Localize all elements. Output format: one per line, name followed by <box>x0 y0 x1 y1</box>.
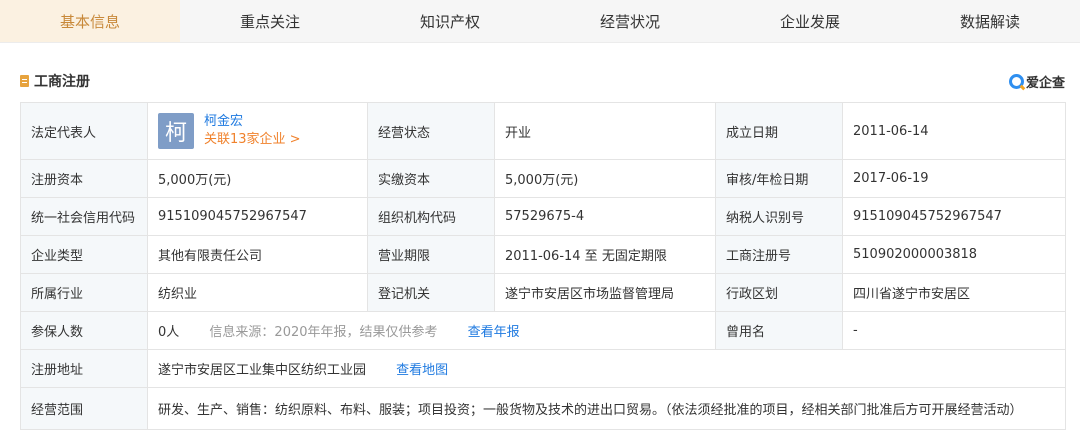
reg-no-value: 510902000003818 <box>842 235 1066 274</box>
table-row: 参保人数 0人 信息来源：2020年年报，结果仅供参考 查看年报 曾用名 - <box>20 311 1066 350</box>
brand-logo[interactable]: 爱企查 <box>1008 72 1065 91</box>
tab-operation-status[interactable]: 经营状况 <box>540 0 720 42</box>
insured-cell: 0人 信息来源：2020年年报，结果仅供参考 查看年报 <box>147 311 716 350</box>
taxpayer-id-value: 915109045752967547 <box>842 197 1066 236</box>
region-label: 行政区划 <box>715 273 843 312</box>
op-status-value: 开业 <box>494 102 716 160</box>
biz-term-label: 营业期限 <box>367 235 495 274</box>
est-date-label: 成立日期 <box>715 102 843 160</box>
registration-table: 法定代表人 柯 柯金宏 关联13家企业 > 经营状态 开业 成立日期 2011-… <box>20 102 1066 430</box>
related-companies-link[interactable]: 关联13家企业 > <box>204 131 301 149</box>
view-map-link[interactable]: 查看地图 <box>396 363 448 378</box>
tab-data-interpretation[interactable]: 数据解读 <box>900 0 1080 42</box>
section-title-text: 工商注册 <box>34 74 90 90</box>
company-type-label: 企业类型 <box>20 235 148 274</box>
former-name-label: 曾用名 <box>715 311 843 350</box>
industry-value: 纺织业 <box>147 273 368 312</box>
credit-code-label: 统一社会信用代码 <box>20 197 148 236</box>
address-cell: 遂宁市安居区工业集中区纺织工业园 查看地图 <box>147 349 1066 388</box>
reg-capital-value: 5,000万(元) <box>147 159 368 198</box>
paid-capital-label: 实缴资本 <box>367 159 495 198</box>
avatar[interactable]: 柯 <box>158 113 194 149</box>
table-row: 所属行业 纺织业 登记机关 遂宁市安居区市场监督管理局 行政区划 四川省遂宁市安… <box>20 273 1066 312</box>
biz-term-value: 2011-06-14 至 无固定期限 <box>494 235 716 274</box>
scope-value: 研发、生产、销售：纺织原料、布料、服装；项目投资；一般货物及技术的进出口贸易。（… <box>147 387 1066 430</box>
tab-development[interactable]: 企业发展 <box>720 0 900 42</box>
company-type-value: 其他有限责任公司 <box>147 235 368 274</box>
audit-date-label: 审核/年检日期 <box>715 159 843 198</box>
table-row: 法定代表人 柯 柯金宏 关联13家企业 > 经营状态 开业 成立日期 2011-… <box>20 102 1066 160</box>
section-title: 工商注册 <box>20 71 90 91</box>
org-code-label: 组织机构代码 <box>367 197 495 236</box>
reg-capital-label: 注册资本 <box>20 159 148 198</box>
tab-key-focus[interactable]: 重点关注 <box>180 0 360 42</box>
table-row: 注册资本 5,000万(元) 实缴资本 5,000万(元) 审核/年检日期 20… <box>20 159 1066 198</box>
table-row: 企业类型 其他有限责任公司 营业期限 2011-06-14 至 无固定期限 工商… <box>20 235 1066 274</box>
table-row: 统一社会信用代码 915109045752967547 组织机构代码 57529… <box>20 197 1066 236</box>
scope-label: 经营范围 <box>20 387 148 430</box>
tab-intellectual-property[interactable]: 知识产权 <box>360 0 540 42</box>
insured-source-note: 信息来源：2020年年报，结果仅供参考 <box>209 325 438 340</box>
op-status-label: 经营状态 <box>367 102 495 160</box>
brand-text: 爱企查 <box>1025 75 1065 91</box>
tab-basic-info[interactable]: 基本信息 <box>0 0 180 42</box>
region-value: 四川省遂宁市安居区 <box>842 273 1066 312</box>
est-date-value: 2011-06-14 <box>842 102 1066 160</box>
paid-capital-value: 5,000万(元) <box>494 159 716 198</box>
former-name-value: - <box>842 311 1066 350</box>
industry-label: 所属行业 <box>20 273 148 312</box>
table-row: 经营范围 研发、生产、销售：纺织原料、布料、服装；项目投资；一般货物及技术的进出… <box>20 387 1066 430</box>
credit-code-value: 915109045752967547 <box>147 197 368 236</box>
legal-rep-label: 法定代表人 <box>20 102 148 160</box>
legal-rep-cell: 柯 柯金宏 关联13家企业 > <box>147 102 368 160</box>
audit-date-value: 2017-06-19 <box>842 159 1066 198</box>
section-header: 工商注册 爱企查 <box>20 68 1065 94</box>
tab-bar: 基本信息 重点关注 知识产权 经营状况 企业发展 数据解读 <box>0 0 1080 43</box>
address-label: 注册地址 <box>20 349 148 388</box>
reg-no-label: 工商注册号 <box>715 235 843 274</box>
org-code-value: 57529675-4 <box>494 197 716 236</box>
insured-value: 0人 <box>158 325 180 340</box>
address-value: 遂宁市安居区工业集中区纺织工业园 <box>158 363 367 378</box>
document-icon <box>20 75 29 87</box>
insured-label: 参保人数 <box>20 311 148 350</box>
taxpayer-id-label: 纳税人识别号 <box>715 197 843 236</box>
reg-authority-label: 登记机关 <box>367 273 495 312</box>
view-annual-report-link[interactable]: 查看年报 <box>468 325 520 340</box>
table-row: 注册地址 遂宁市安居区工业集中区纺织工业园 查看地图 <box>20 349 1066 388</box>
aiqicha-logo-icon <box>1008 73 1024 89</box>
reg-authority-value: 遂宁市安居区市场监督管理局 <box>494 273 716 312</box>
legal-rep-name-link[interactable]: 柯金宏 <box>204 113 301 131</box>
